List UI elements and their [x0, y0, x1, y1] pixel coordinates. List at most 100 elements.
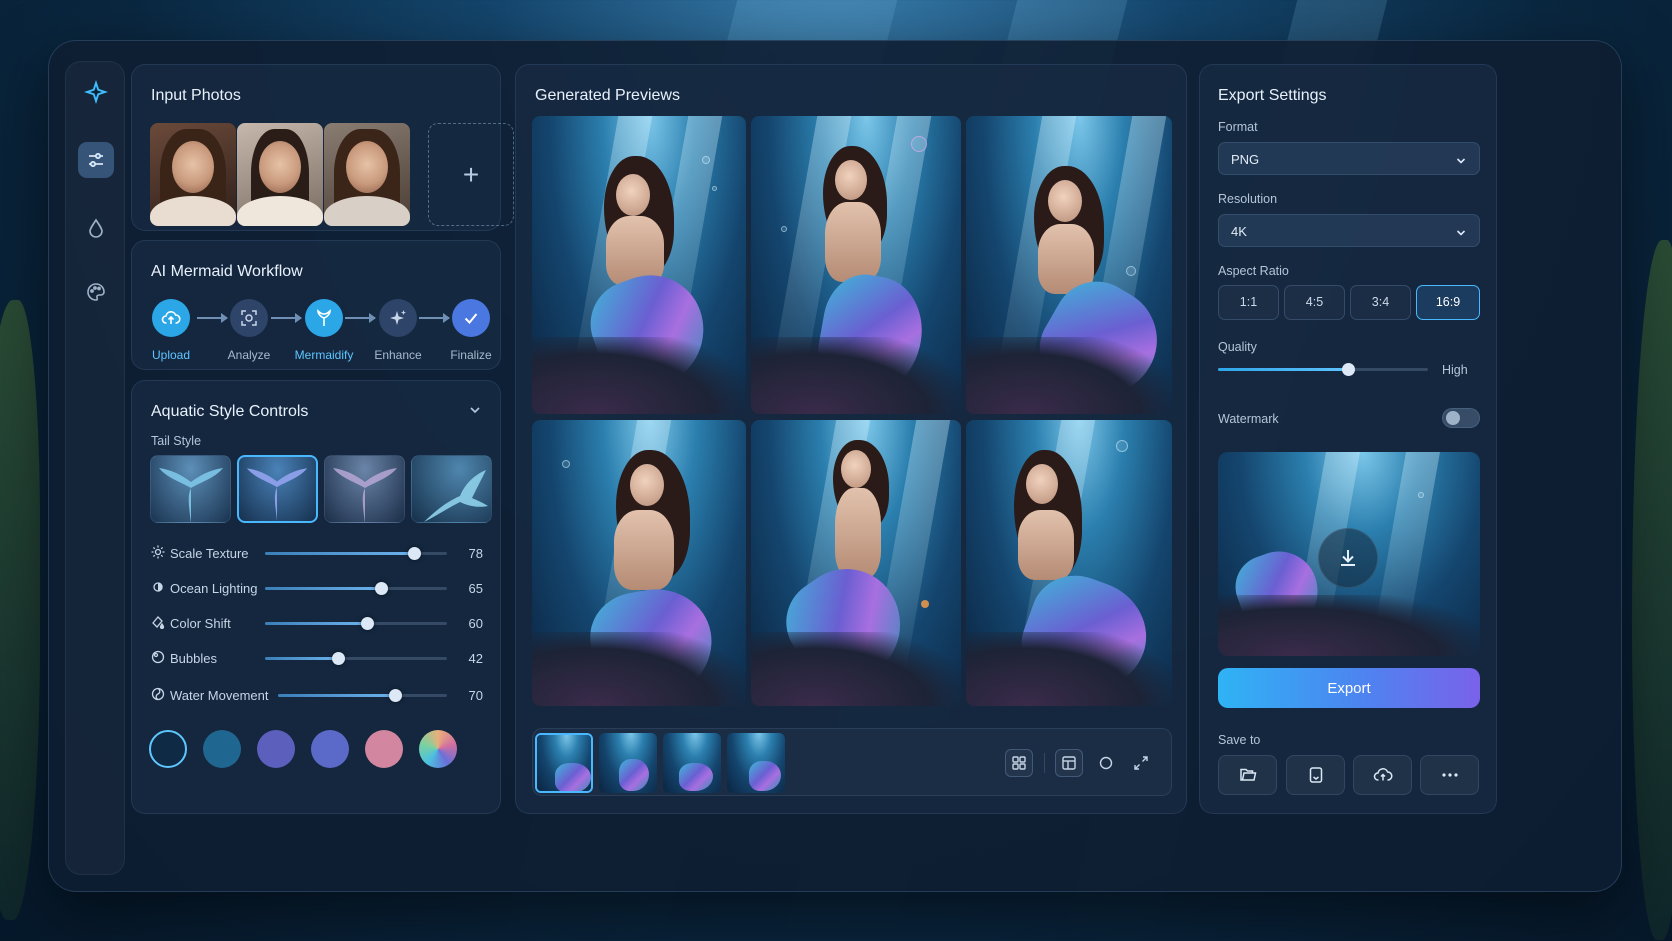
- watermark-toggle[interactable]: [1442, 408, 1480, 428]
- slider-track[interactable]: [278, 689, 447, 702]
- aspect-option-4-5[interactable]: 4:5: [1284, 285, 1345, 320]
- preview-image[interactable]: [532, 420, 746, 706]
- export-button[interactable]: Export: [1218, 668, 1480, 708]
- aspect-ratio-label: Aspect Ratio: [1218, 264, 1289, 278]
- color-swatch-selected[interactable]: [149, 730, 187, 768]
- palette-icon: [87, 283, 105, 301]
- input-photo[interactable]: [150, 123, 236, 226]
- color-swatch-multicolor[interactable]: [419, 730, 457, 768]
- resolution-label: Resolution: [1218, 192, 1278, 206]
- bubbles-icon: [151, 650, 165, 664]
- tail-style-option-selected[interactable]: [237, 455, 318, 523]
- ocean-lighting-icon: [153, 582, 163, 592]
- aquatic-style-panel: Aquatic Style Controls Tail Style Scale …: [131, 380, 501, 814]
- save-to-folder-button[interactable]: [1218, 755, 1277, 795]
- input-photo[interactable]: [237, 123, 323, 226]
- slider-scale-texture: Scale Texture 78: [151, 543, 483, 563]
- input-photo[interactable]: [324, 123, 410, 226]
- workflow-step-enhance[interactable]: Enhance: [368, 299, 428, 362]
- add-photo-button[interactable]: +: [428, 123, 514, 226]
- save-to-cloud-button[interactable]: [1353, 755, 1412, 795]
- quality-slider[interactable]: [1218, 363, 1428, 376]
- workflow-title: AI Mermaid Workflow: [151, 263, 303, 280]
- folder-icon: [1239, 768, 1256, 781]
- workflow-step-finalize[interactable]: Finalize: [441, 299, 501, 362]
- slider-knob[interactable]: [331, 652, 345, 665]
- tail-style-option[interactable]: [411, 455, 492, 523]
- workflow-step-label: Finalize: [450, 348, 492, 362]
- slider-track[interactable]: [265, 582, 447, 595]
- export-settings-panel: Export Settings Format PNG Resolution 4K…: [1199, 64, 1497, 814]
- save-to-device-button[interactable]: [1286, 755, 1345, 795]
- slider-value: 42: [468, 651, 483, 666]
- preview-image[interactable]: [966, 420, 1172, 706]
- slider-bubbles: Bubbles 42: [151, 648, 483, 668]
- slider-knob[interactable]: [388, 689, 402, 702]
- slider-track[interactable]: [265, 652, 447, 665]
- resolution-select[interactable]: 4K: [1218, 214, 1480, 247]
- slider-value: 60: [468, 616, 483, 631]
- slider-track[interactable]: [265, 617, 447, 630]
- workflow-step-analyze[interactable]: Analyze: [219, 299, 279, 362]
- thumbnail[interactable]: [599, 733, 657, 793]
- plus-icon: +: [462, 158, 480, 190]
- sparkles-icon: [390, 310, 406, 325]
- rail-water-button[interactable]: [78, 210, 114, 246]
- slider-label: Color Shift: [170, 616, 231, 631]
- app-window: Input Photos + AI Mermaid Workflow Uploa…: [48, 40, 1622, 892]
- slider-knob[interactable]: [360, 617, 374, 630]
- aspect-option-3-4[interactable]: 3:4: [1350, 285, 1411, 320]
- preview-image[interactable]: [532, 116, 746, 414]
- chevron-down-icon: [1456, 230, 1466, 236]
- grid-view-button[interactable]: [1005, 749, 1033, 777]
- more-horizontal-icon: [1441, 773, 1458, 777]
- color-swatch[interactable]: [257, 730, 295, 768]
- workflow-step-label: Enhance: [374, 348, 422, 362]
- preview-image[interactable]: [966, 116, 1172, 414]
- rail-palette-button[interactable]: [78, 274, 114, 310]
- circle-icon: [1099, 756, 1113, 770]
- tail-style-label: Tail Style: [151, 434, 202, 448]
- color-swatch[interactable]: [203, 730, 241, 768]
- format-select[interactable]: PNG: [1218, 142, 1480, 175]
- resolution-value: 4K: [1231, 224, 1247, 239]
- download-button[interactable]: [1318, 528, 1378, 588]
- slider-ocean-lighting: Ocean Lighting 65: [151, 578, 483, 598]
- slider-knob[interactable]: [408, 547, 422, 560]
- slider-value: 70: [468, 688, 483, 703]
- collapse-button[interactable]: [468, 403, 482, 422]
- slider-knob[interactable]: [375, 582, 389, 595]
- color-shift-icon: [152, 616, 165, 629]
- thumbnail[interactable]: [727, 733, 785, 793]
- color-swatch[interactable]: [365, 730, 403, 768]
- workflow-step-upload[interactable]: Upload: [141, 299, 201, 362]
- app-logo-icon[interactable]: [78, 74, 114, 110]
- slider-label: Bubbles: [170, 651, 217, 666]
- thumbnail-selected[interactable]: [535, 733, 593, 793]
- slider-value: 65: [468, 581, 483, 596]
- tail-style-option[interactable]: [324, 455, 405, 523]
- fullscreen-button[interactable]: [1127, 749, 1155, 777]
- single-view-button[interactable]: [1055, 749, 1083, 777]
- compare-button[interactable]: [1092, 749, 1120, 777]
- cloud-upload-icon: [161, 311, 181, 324]
- rail-adjustments-button[interactable]: [78, 142, 114, 178]
- previews-title: Generated Previews: [535, 87, 680, 104]
- export-preview-image: [1218, 452, 1480, 656]
- mermaid-tail-icon: [317, 309, 331, 326]
- workflow-step-mermaidify[interactable]: Mermaidify: [294, 299, 354, 362]
- preview-image[interactable]: [751, 116, 961, 414]
- slider-label: Water Movement: [170, 688, 269, 703]
- thumbnail[interactable]: [663, 733, 721, 793]
- grid-icon: [1012, 756, 1026, 770]
- slider-value: 78: [468, 546, 483, 561]
- preview-image[interactable]: [751, 420, 961, 706]
- tail-style-option[interactable]: [150, 455, 231, 523]
- workflow-step-label: Mermaidify: [294, 348, 354, 362]
- color-swatch[interactable]: [311, 730, 349, 768]
- aspect-option-16-9-selected[interactable]: 16:9: [1416, 285, 1480, 320]
- more-options-button[interactable]: [1420, 755, 1479, 795]
- quality-knob[interactable]: [1342, 363, 1356, 376]
- aspect-option-1-1[interactable]: 1:1: [1218, 285, 1279, 320]
- slider-track[interactable]: [265, 547, 447, 560]
